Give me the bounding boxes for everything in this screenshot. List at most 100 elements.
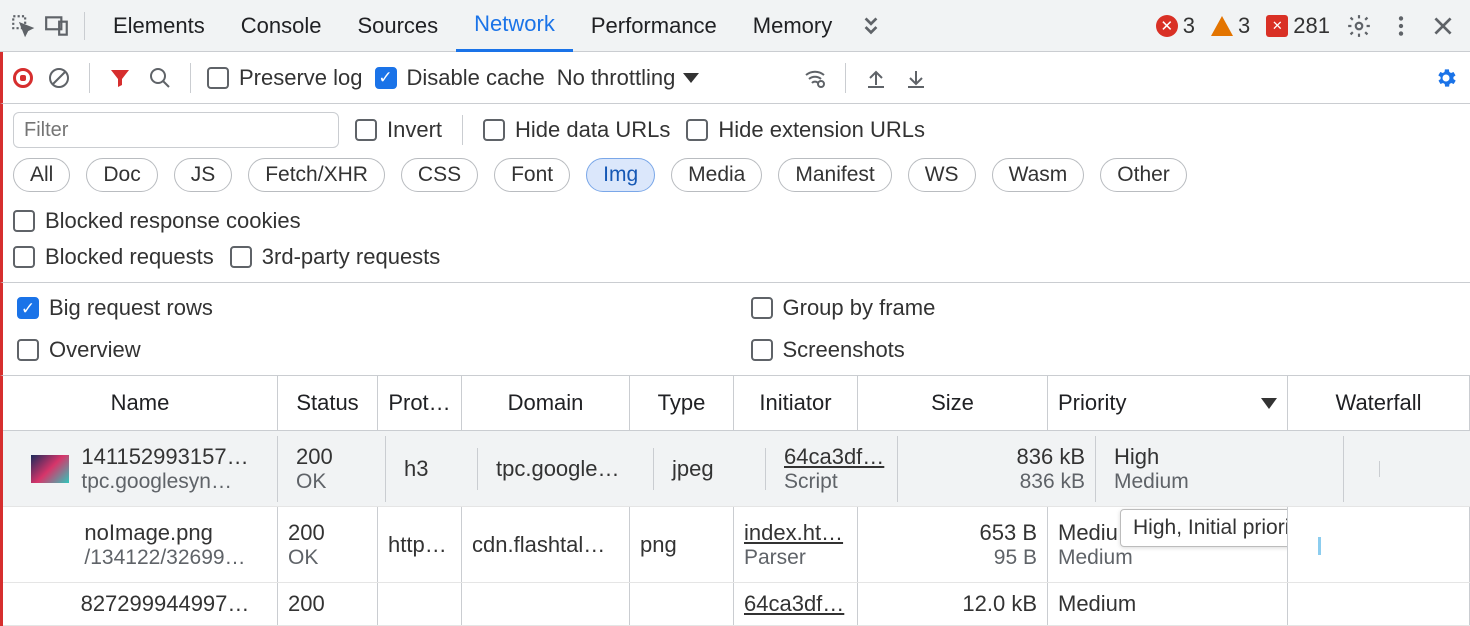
more-tabs-icon[interactable] (854, 9, 888, 43)
type-pill-img[interactable]: Img (586, 158, 655, 192)
name-primary: 141152993157… (81, 444, 248, 470)
inspect-element-icon[interactable] (6, 9, 40, 43)
throttling-select[interactable]: No throttling (557, 65, 790, 91)
filter-input[interactable] (13, 112, 339, 148)
waterfall-bar (1318, 537, 1321, 555)
type-pill-ws[interactable]: WS (908, 158, 976, 192)
overview-label: Overview (49, 337, 141, 363)
import-har-icon[interactable] (862, 64, 890, 92)
screenshots-checkbox[interactable] (751, 339, 773, 361)
tab-memory[interactable]: Memory (735, 0, 850, 52)
network-options-bar: Big request rows Overview Group by frame… (0, 283, 1470, 376)
third-party-checkbox[interactable] (230, 246, 252, 268)
col-type[interactable]: Type (630, 376, 734, 430)
network-conditions-icon[interactable] (801, 64, 829, 92)
search-icon[interactable] (146, 64, 174, 92)
blocked-requests-option[interactable]: Blocked requests (13, 244, 214, 270)
filter-icon[interactable] (106, 64, 134, 92)
invert-checkbox[interactable] (355, 119, 377, 141)
message-count[interactable]: ✕281 (1266, 13, 1330, 39)
kebab-menu-icon[interactable] (1384, 9, 1418, 43)
invert-option[interactable]: Invert (355, 117, 442, 143)
network-settings-icon[interactable] (1432, 64, 1460, 92)
cell-status: 200OK (278, 507, 378, 582)
hide-data-urls-checkbox[interactable] (483, 119, 505, 141)
col-waterfall[interactable]: Waterfall (1288, 376, 1470, 430)
hide-data-urls-label: Hide data URLs (515, 117, 670, 143)
type-pill-manifest[interactable]: Manifest (778, 158, 891, 192)
chevron-down-icon (683, 73, 699, 83)
group-frame-option[interactable]: Group by frame (751, 295, 1457, 321)
tab-console[interactable]: Console (223, 0, 340, 52)
hide-extension-urls-option[interactable]: Hide extension URLs (686, 117, 925, 143)
tab-elements[interactable]: Elements (95, 0, 223, 52)
third-party-label: 3rd-party requests (262, 244, 441, 270)
device-toolbar-icon[interactable] (40, 9, 74, 43)
disable-cache-checkbox[interactable] (375, 67, 397, 89)
initiator-link[interactable]: index.ht… (744, 520, 847, 546)
cell-initiator: 64ca3df…Script (774, 436, 898, 502)
type-pill-doc[interactable]: Doc (86, 158, 157, 192)
big-rows-option[interactable]: Big request rows (17, 295, 723, 321)
divider (84, 12, 85, 40)
error-count[interactable]: ✕3 (1156, 13, 1195, 39)
col-status[interactable]: Status (278, 376, 378, 430)
type-pill-wasm[interactable]: Wasm (992, 158, 1085, 192)
thumbnail-icon (31, 455, 69, 483)
disable-cache-option[interactable]: Disable cache (375, 65, 545, 91)
col-priority[interactable]: Priority (1048, 376, 1288, 430)
cell-status: 200 (278, 583, 378, 625)
preserve-log-checkbox[interactable] (207, 67, 229, 89)
tab-sources[interactable]: Sources (339, 0, 456, 52)
col-size[interactable]: Size (858, 376, 1048, 430)
third-party-option[interactable]: 3rd-party requests (230, 244, 441, 270)
hide-extension-urls-checkbox[interactable] (686, 119, 708, 141)
cell-priority: HighMedium (1104, 436, 1344, 502)
warning-count-value: 3 (1238, 13, 1250, 39)
overview-checkbox[interactable] (17, 339, 39, 361)
type-pill-js[interactable]: JS (174, 158, 233, 192)
preserve-log-option[interactable]: Preserve log (207, 65, 363, 91)
group-frame-checkbox[interactable] (751, 297, 773, 319)
warning-count[interactable]: 3 (1211, 13, 1250, 39)
clear-icon[interactable] (45, 64, 73, 92)
blocked-cookies-option[interactable]: Blocked response cookies (13, 208, 301, 234)
table-row[interactable]: 827299944997… 200 64ca3df… 12.0 kB Mediu… (3, 583, 1470, 626)
cell-priority: MediuMedium High, Initial priority: Medi… (1048, 507, 1288, 582)
type-pill-all[interactable]: All (13, 158, 70, 192)
screenshots-option[interactable]: Screenshots (751, 337, 1457, 363)
table-header: Name Status Prot… Domain Type Initiator … (3, 376, 1470, 431)
col-protocol[interactable]: Prot… (378, 376, 462, 430)
tab-network[interactable]: Network (456, 0, 573, 52)
col-priority-label: Priority (1058, 390, 1126, 416)
cell-protocol: http… (378, 507, 462, 582)
big-rows-checkbox[interactable] (17, 297, 39, 319)
col-initiator[interactable]: Initiator (734, 376, 858, 430)
devtools-tabbar: Elements Console Sources Network Perform… (0, 0, 1470, 52)
col-domain[interactable]: Domain (462, 376, 630, 430)
table-row[interactable]: noImage.png /134122/32699… 200OK http… c… (3, 507, 1470, 583)
cell-type: jpeg (662, 448, 766, 490)
type-pill-media[interactable]: Media (671, 158, 762, 192)
blocked-requests-checkbox[interactable] (13, 246, 35, 268)
close-icon[interactable] (1426, 9, 1460, 43)
export-har-icon[interactable] (902, 64, 930, 92)
hide-data-urls-option[interactable]: Hide data URLs (483, 117, 670, 143)
type-pill-fetch[interactable]: Fetch/XHR (248, 158, 385, 192)
blocked-cookies-checkbox[interactable] (13, 210, 35, 232)
cell-waterfall (1288, 583, 1470, 625)
cell-domain (462, 583, 630, 625)
overview-option[interactable]: Overview (17, 337, 723, 363)
message-count-value: 281 (1293, 13, 1330, 39)
tab-performance[interactable]: Performance (573, 0, 735, 52)
initiator-link[interactable]: 64ca3df… (784, 444, 887, 470)
type-pill-other[interactable]: Other (1100, 158, 1187, 192)
initiator-link[interactable]: 64ca3df… (744, 591, 847, 617)
cell-type (630, 583, 734, 625)
record-button[interactable] (13, 68, 33, 88)
settings-gear-icon[interactable] (1342, 9, 1376, 43)
type-pill-css[interactable]: CSS (401, 158, 478, 192)
col-name[interactable]: Name (3, 376, 278, 430)
table-row[interactable]: 141152993157… tpc.googlesyn… 200OK h3 tp… (3, 431, 1470, 507)
type-pill-font[interactable]: Font (494, 158, 570, 192)
